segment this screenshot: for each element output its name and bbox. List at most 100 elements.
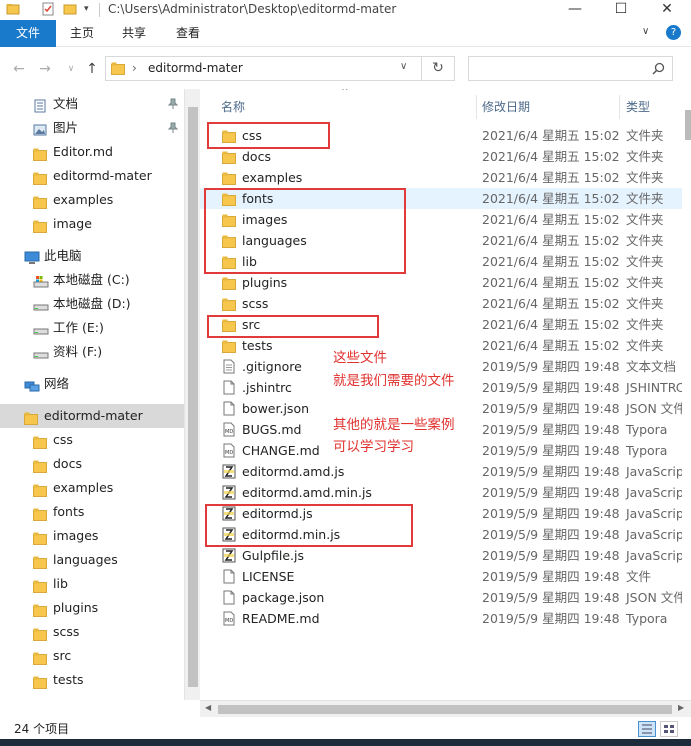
sidebar-item-current-folder[interactable]: editormd-mater [0,404,184,428]
file-date: 2019/5/9 星期四 19:48 [482,611,620,626]
large-icons-view-button[interactable] [660,721,678,737]
sidebar-item-subfolder[interactable]: css [0,428,184,452]
sidebar-item-label: 此电脑 [44,248,82,263]
breadcrumb-current[interactable]: editormd-mater [148,61,243,75]
column-divider[interactable] [476,95,477,119]
sidebar-item-subfolder[interactable]: lib [0,572,184,596]
file-row[interactable]: examples 2021/6/4 星期五 15:02 文件夹 [200,167,691,188]
sidebar-item-subfolder[interactable]: src [0,644,184,668]
scrollbar-thumb[interactable] [685,110,691,140]
column-header-name[interactable]: 名称 [221,97,245,117]
sidebar-item-subfolder[interactable]: tests [0,668,184,692]
window-title: C:\Users\Administrator\Desktop\editormd-… [108,2,397,16]
folder-icon [33,628,47,641]
address-dropdown-button[interactable]: ∨ [400,61,407,72]
file-row[interactable]: LICENSE 2019/5/9 星期四 19:48 文件 [200,566,691,587]
horizontal-scrollbar[interactable]: ◀ ▶ [200,700,691,717]
file-row[interactable]: MD README.md 2019/5/9 星期四 19:48 Typora [200,608,691,629]
sidebar-item-subfolder[interactable]: scss [0,620,184,644]
folder-icon [33,508,47,521]
scroll-left-icon[interactable]: ◀ [205,703,211,712]
column-divider[interactable] [619,95,620,119]
drive-icon [33,328,49,335]
folder-icon [222,340,236,353]
close-button[interactable]: ✕ [644,0,690,20]
maximize-button[interactable]: ☐ [598,0,644,20]
file-row[interactable]: package.json 2019/5/9 星期四 19:48 JSON 文件 [200,587,691,608]
sidebar-item-subfolder[interactable]: fonts [0,500,184,524]
tab-share[interactable]: 共享 [108,20,160,47]
sidebar-item-subfolder[interactable]: docs [0,452,184,476]
file-row[interactable]: editormd.amd.js 2019/5/9 星期四 19:48 JavaScr… [200,461,691,482]
file-row[interactable]: MD CHANGE.md 2019/5/9 星期四 19:48 Typora [200,440,691,461]
properties-icon[interactable] [41,2,55,16]
highlight-box-src [207,315,379,338]
navigation-pane-scrollbar[interactable] [184,89,200,700]
tab-file[interactable]: 文件 [0,20,56,47]
sidebar-item-subfolder[interactable]: languages [0,548,184,572]
up-button[interactable]: ↑ [83,60,101,78]
new-folder-icon[interactable] [63,2,77,16]
help-icon[interactable]: ? [666,25,681,40]
md-file-icon: MD [223,443,235,458]
file-row[interactable]: plugins 2021/6/4 星期五 15:02 文件夹 [200,272,691,293]
sidebar-item-quick-access[interactable]: examples [0,188,184,212]
sidebar-item-label: lib [53,576,68,591]
ribbon-expand-icon[interactable]: ∨ [642,26,649,37]
sidebar-item-label: tests [53,672,84,687]
large-icons-view-icon [664,725,674,733]
sidebar-item-drive[interactable]: 资料 (F:) [0,340,184,364]
file-name: .jshintrc [242,380,292,395]
scrollbar-thumb[interactable] [188,107,198,687]
sidebar-item-label: editormd-mater [44,408,143,423]
annotation-line-4: 可以学习学习 [333,439,414,455]
file-type: 文件夹 [626,317,664,332]
sidebar-item-quick-access[interactable]: image [0,212,184,236]
sidebar-item-subfolder[interactable]: images [0,524,184,548]
file-type: JavaScript [626,485,689,500]
tab-home[interactable]: 主页 [56,20,108,47]
sidebar-item-quick-access[interactable]: Editor.md [0,140,184,164]
file-type: Typora [626,611,668,626]
column-header-type[interactable]: 类型 [626,97,650,117]
highlight-box-css [207,122,330,149]
status-bar: 24 个项目 [0,717,691,739]
forward-button[interactable]: → [36,60,54,78]
file-row[interactable]: scss 2021/6/4 星期五 15:02 文件夹 [200,293,691,314]
refresh-button[interactable]: ↻ [422,56,455,81]
file-row[interactable]: docs 2021/6/4 星期五 15:02 文件夹 [200,146,691,167]
explorer-icon[interactable] [6,2,20,16]
sidebar-item-quick-access[interactable]: editormd-mater [0,164,184,188]
sidebar-item-quick-access[interactable]: 图片 [0,116,184,140]
file-list-scrollbar[interactable] [682,100,691,700]
sidebar-item-drive[interactable]: 本地磁盘 (C:) [0,268,184,292]
sidebar-item-label: image [53,216,92,231]
file-row[interactable]: tests 2021/6/4 星期五 15:02 文件夹 [200,335,691,356]
sidebar-item-subfolder[interactable]: plugins [0,596,184,620]
sidebar-item-this-pc[interactable]: 此电脑 [0,244,184,268]
file-row[interactable]: editormd.amd.min.js 2019/5/9 星期四 19:48 Jav… [200,482,691,503]
sidebar-item-network[interactable]: 网络 [0,372,184,396]
folder-icon [33,652,47,665]
details-view-button[interactable] [638,721,656,737]
column-header-date[interactable]: 修改日期 [482,97,530,117]
sidebar-item-drive[interactable]: 本地磁盘 (D:) [0,292,184,316]
sidebar-item-quick-access[interactable]: 文档 [0,92,184,116]
sidebar-item-subfolder[interactable]: examples [0,476,184,500]
tab-view[interactable]: 查看 [160,20,216,47]
scrollbar-thumb[interactable] [218,705,672,714]
sidebar-item-label: docs [53,456,82,471]
file-name: package.json [242,590,325,605]
file-row[interactable]: Gulpfile.js 2019/5/9 星期四 19:48 JavaScript [200,545,691,566]
navigation-pane: 文档 图片 Editor.md editormd-mater examples image… [0,89,184,700]
address-bar[interactable]: › editormd-mater ∨ [105,56,422,81]
scroll-right-icon[interactable]: ▶ [678,703,684,712]
customize-quick-access-icon[interactable]: ▾ [84,2,98,16]
sidebar-item-drive[interactable]: 工作 (E:) [0,316,184,340]
recent-locations-button[interactable]: ∨ [62,60,80,78]
file-date: 2019/5/9 星期四 19:48 [482,548,620,563]
minimize-button[interactable]: — [552,0,598,20]
search-input[interactable] [468,56,673,81]
file-date: 2021/6/4 星期五 15:02 [482,233,620,248]
back-button[interactable]: ← [10,60,28,78]
